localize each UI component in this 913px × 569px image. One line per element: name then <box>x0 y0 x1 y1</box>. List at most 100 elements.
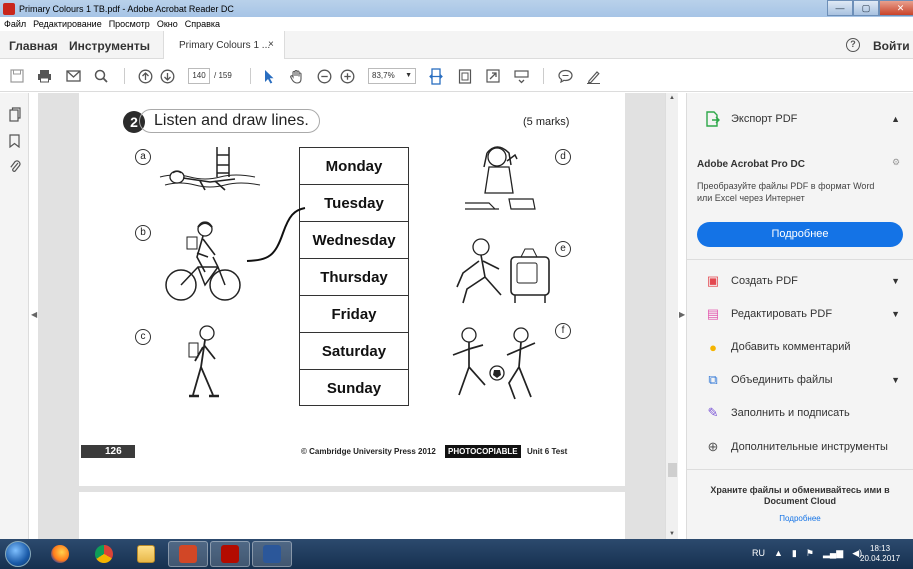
tool-label: Добавить комментарий <box>731 341 851 353</box>
sign-icon[interactable] <box>584 67 602 85</box>
letter-f: f <box>555 323 571 339</box>
select-cursor-icon[interactable] <box>260 67 278 85</box>
tool-add-comment[interactable]: ● Добавить комментарий <box>687 333 913 361</box>
day-monday: Monday <box>300 148 408 185</box>
minimize-button[interactable]: — <box>827 0 853 16</box>
taskbar-powerpoint[interactable] <box>168 541 208 567</box>
page-total: / 159 <box>214 71 232 80</box>
hand-tool-icon[interactable] <box>287 67 305 85</box>
page-number-label: 126 <box>81 445 135 458</box>
signal-icon[interactable]: ▂▄▆ <box>823 548 843 559</box>
scroll-mode-icon[interactable] <box>512 67 530 85</box>
chevron-up-icon[interactable]: ▲ <box>891 114 900 124</box>
zoom-out-icon[interactable] <box>315 67 333 85</box>
help-icon[interactable]: ? <box>846 38 860 52</box>
chevron-down-icon[interactable]: ▼ <box>891 375 900 385</box>
day-thursday: Thursday <box>300 259 408 296</box>
page-up-icon[interactable] <box>136 67 154 85</box>
taskbar-firefox[interactable] <box>40 541 80 567</box>
export-pdf-label: Экспорт PDF <box>731 113 798 125</box>
taskbar-explorer[interactable] <box>126 541 166 567</box>
tool-label: Редактировать PDF <box>731 308 833 320</box>
bookmark-icon[interactable] <box>7 133 22 148</box>
page-thumbnails-icon[interactable] <box>7 107 22 122</box>
day-saturday: Saturday <box>300 333 408 370</box>
window-controls: — ▢ ✕ <box>827 0 913 16</box>
taskbar: RU ▲ ▮ ⚑ ▂▄▆ ◀) 18:13 20.04.2017 <box>0 539 913 569</box>
tool-edit-pdf[interactable]: ▤ Редактировать PDF ▼ <box>687 300 913 328</box>
email-icon[interactable] <box>64 67 82 85</box>
menu-bar: Файл Редактирование Просмотр Окно Справк… <box>0 17 913 31</box>
tray-expand-icon[interactable]: ▲ <box>774 548 783 559</box>
maximize-button[interactable]: ▢ <box>853 0 879 16</box>
fit-page-icon[interactable] <box>456 67 474 85</box>
toolbar-divider <box>250 68 251 84</box>
print-icon[interactable] <box>35 67 53 85</box>
edit-pdf-icon: ▤ <box>706 306 720 321</box>
attachment-icon[interactable] <box>7 159 22 174</box>
document-cloud-link[interactable]: Подробнее <box>697 514 903 523</box>
save-icon[interactable] <box>8 67 26 85</box>
taskbar-chrome[interactable] <box>84 541 124 567</box>
menu-window[interactable]: Окно <box>157 19 178 29</box>
comment-bubble-icon: ● <box>709 339 717 355</box>
clock[interactable]: 18:13 20.04.2017 <box>860 544 900 564</box>
tab-close-icon[interactable]: × <box>268 39 274 50</box>
search-icon[interactable] <box>92 67 110 85</box>
system-tray: RU ▲ ▮ ⚑ ▂▄▆ ◀) <box>752 548 871 559</box>
vertical-scrollbar[interactable]: ▲ ▼ <box>665 93 678 539</box>
menu-file[interactable]: Файл <box>4 19 26 29</box>
panel-divider <box>687 259 913 260</box>
chevron-down-icon[interactable]: ▼ <box>891 276 900 286</box>
chrome-icon <box>95 545 113 563</box>
fill-sign-icon: ✎ <box>707 405 719 420</box>
page-number-input[interactable]: 140 <box>188 68 210 84</box>
fullscreen-icon[interactable] <box>484 67 502 85</box>
menu-view[interactable]: Просмотр <box>109 19 150 29</box>
export-pdf-item[interactable]: Экспорт PDF ▲ <box>687 105 913 133</box>
comment-icon[interactable] <box>556 67 574 85</box>
collapse-right-panel-icon[interactable]: ▶ <box>679 310 685 319</box>
more-tools-icon: ⊕ <box>707 439 719 454</box>
taskbar-word[interactable] <box>252 541 292 567</box>
boys-playing-football-illustration <box>452 327 536 400</box>
window-title: Primary Colours 1 TB.pdf - Adobe Acrobat… <box>19 3 234 14</box>
menu-edit[interactable]: Редактирование <box>33 19 102 29</box>
question-title: Listen and draw lines. <box>139 109 320 133</box>
language-indicator[interactable]: RU <box>752 548 765 559</box>
fit-width-icon[interactable] <box>427 67 445 85</box>
letter-b: b <box>135 225 151 241</box>
document-viewport[interactable]: 2 Listen and draw lines. (5 marks) a b c <box>38 93 665 539</box>
scrollbar-thumb[interactable] <box>668 463 677 477</box>
start-button[interactable] <box>5 541 31 567</box>
copyright-text: © Cambridge University Press 2012 <box>301 447 436 456</box>
acrobat-app-icon <box>3 2 15 15</box>
close-button[interactable]: ✕ <box>879 0 913 16</box>
collapse-left-panel-icon[interactable]: ◀ <box>31 310 37 319</box>
network-icon[interactable]: ▮ <box>792 548 797 559</box>
title-bar: Primary Colours 1 TB.pdf - Adobe Acrobat… <box>0 0 913 17</box>
zoom-select[interactable]: 83,7% ▼ <box>368 68 416 84</box>
tab-tools[interactable]: Инструменты <box>69 39 150 53</box>
chevron-down-icon[interactable]: ▼ <box>891 309 900 319</box>
taskbar-acrobat[interactable] <box>210 541 250 567</box>
tool-label: Дополнительные инструменты <box>731 441 888 453</box>
page-down-icon[interactable] <box>158 67 176 85</box>
tool-fill-sign[interactable]: ✎ Заполнить и подписать <box>687 399 913 427</box>
scroll-down-icon[interactable]: ▼ <box>669 531 675 537</box>
tool-more-tools[interactable]: ⊕ Дополнительные инструменты <box>687 433 913 461</box>
menu-help[interactable]: Справка <box>185 19 220 29</box>
learn-more-button[interactable]: Подробнее <box>697 222 903 247</box>
tab-home[interactable]: Главная <box>9 39 58 53</box>
scroll-up-icon[interactable]: ▲ <box>669 95 675 101</box>
tab-document[interactable]: Primary Colours 1 ... × <box>163 31 285 59</box>
settings-icon[interactable]: ⚙ <box>892 157 900 168</box>
zoom-in-icon[interactable] <box>338 67 356 85</box>
letter-d: d <box>555 149 571 165</box>
flag-icon[interactable]: ⚑ <box>806 548 814 559</box>
tool-label: Создать PDF <box>731 275 798 287</box>
tool-combine-files[interactable]: ⧉ Объединить файлы ▼ <box>687 366 913 394</box>
signin-button[interactable]: Войти <box>873 39 910 53</box>
tool-create-pdf[interactable]: ▣ Создать PDF ▼ <box>687 267 913 295</box>
photocopiable-badge: PHOTOCOPIABLE <box>445 445 521 458</box>
